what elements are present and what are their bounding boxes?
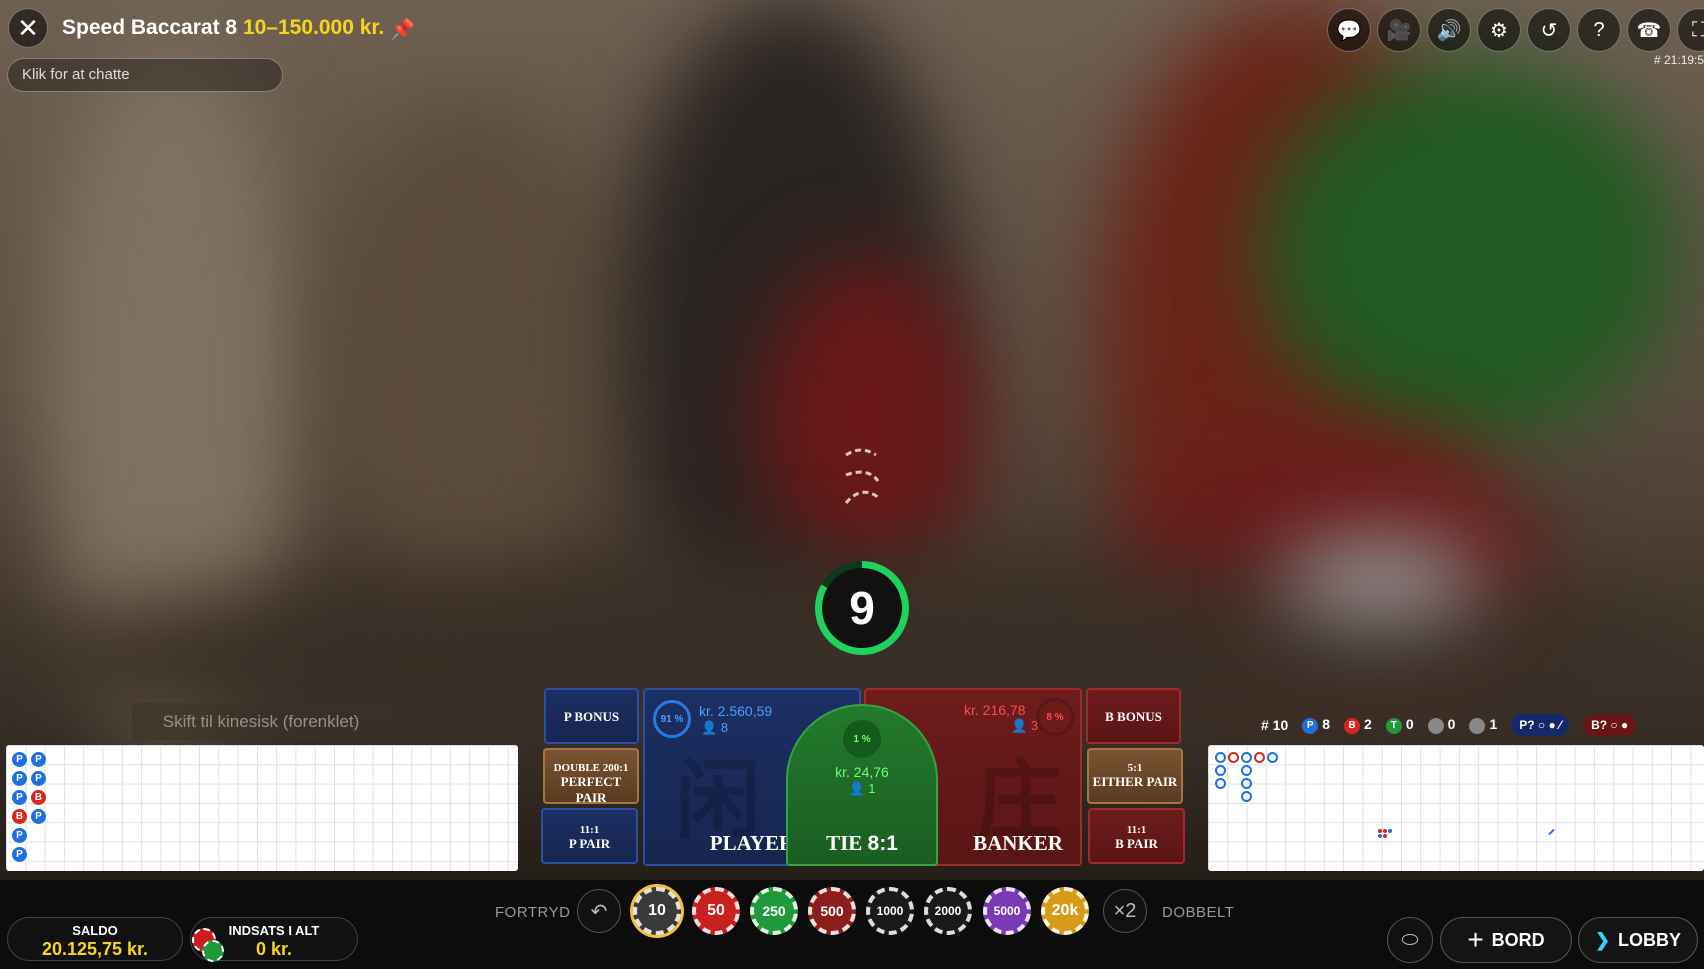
chip-20k[interactable]: 20k — [1041, 887, 1089, 935]
player-count: 👤 8 — [701, 720, 729, 735]
sound-icon[interactable]: 🔊 — [1427, 8, 1471, 52]
banker-pair-stat: 1 — [1469, 716, 1497, 734]
chat-bubble-icon: ⬭ — [1401, 928, 1419, 951]
bead-player: P — [12, 847, 27, 862]
bead-player: P — [12, 790, 27, 805]
player-wins: P8 — [1302, 716, 1330, 734]
tie-count: 👤 1 — [848, 781, 876, 796]
chip-50[interactable]: 50 — [692, 887, 740, 935]
video-icon[interactable]: 🎥 — [1377, 8, 1421, 52]
countdown-timer: 9 — [815, 561, 909, 655]
double-label: DOBBELT — [1162, 904, 1235, 921]
perfect-pair-bet[interactable]: DOUBLE 200:1 PERFECT PAIR — [543, 748, 639, 805]
player-pair-stat: 0 — [1427, 716, 1455, 734]
balance-display: SALDO 20.125,75 kr. — [7, 917, 183, 961]
bead-player: P — [31, 771, 46, 786]
chat-icon[interactable]: 💬 — [1327, 8, 1371, 52]
p-bonus-bet[interactable]: P BONUS — [544, 688, 639, 744]
banker-percent: 8 % — [1036, 698, 1074, 736]
chat-bubble-button[interactable]: ⬭ — [1387, 917, 1433, 963]
timer-value: 9 — [822, 568, 902, 648]
player-amount: kr. 2.560,59 — [699, 703, 773, 719]
table-title: Speed Baccarat 8 10–150.000 kr. — [62, 16, 384, 40]
chip-250[interactable]: 250 — [750, 887, 798, 935]
banker-amount: kr. 216,78 — [964, 702, 1026, 718]
tie-label: TIE 8:1 — [826, 831, 898, 855]
chip-1000[interactable]: 1000 — [866, 887, 914, 935]
undo-label: FORTRYD — [495, 904, 571, 921]
chip-10[interactable]: 10 — [633, 887, 681, 935]
lobby-button[interactable]: ❯ LOBBY — [1578, 917, 1698, 963]
bead-player: P — [12, 771, 27, 786]
close-icon: ✕ — [17, 12, 39, 43]
plus-icon: + — [1467, 924, 1484, 955]
close-button[interactable]: ✕ — [8, 8, 48, 48]
top-toolbar: 💬 🎥 🔊 ⚙ ↺ ? ☎ ⛶ — [1327, 8, 1704, 52]
bead-player: P — [12, 752, 27, 767]
undo-button[interactable]: ↶ — [577, 889, 621, 933]
chat-input[interactable]: Klik for at chatte — [7, 58, 283, 92]
double-button[interactable]: ×2 — [1103, 889, 1147, 933]
b-bonus-bet[interactable]: B BONUS — [1086, 688, 1181, 744]
chip-5000[interactable]: 5000 — [983, 887, 1031, 935]
support-icon[interactable]: ☎ — [1627, 8, 1671, 52]
loading-spinner-icon — [844, 448, 880, 504]
bead-player: P — [31, 752, 46, 767]
bead-player: P — [12, 828, 27, 843]
tie-amount: kr. 24,76 — [835, 764, 889, 780]
either-pair-bet[interactable]: 5:1 EITHER PAIR — [1087, 748, 1183, 804]
big-road[interactable] — [1208, 745, 1704, 871]
bead-banker: B — [31, 790, 46, 805]
table-limits: 10–150.000 kr. — [242, 16, 385, 39]
chip-500[interactable]: 500 — [808, 887, 856, 935]
round-id: # 21:19:5 — [1654, 53, 1704, 67]
switch-language-button[interactable]: Skift til kinesisk (forenklet) — [132, 703, 390, 740]
bead-banker: B — [12, 809, 27, 824]
statistics-bar: # 10 P8 B2 T0 0 1 P? ○ ● ⁄ B? ○ ● — [1261, 714, 1637, 736]
undo-icon: ↶ — [590, 900, 608, 923]
bead-road[interactable]: P P P B P P P P B P — [6, 745, 518, 871]
player-percent: 91 % — [653, 700, 691, 738]
tie-count-stat: T0 — [1385, 716, 1414, 734]
chip-2000[interactable]: 2000 — [924, 887, 972, 935]
history-icon[interactable]: ↺ — [1527, 8, 1571, 52]
help-icon[interactable]: ? — [1577, 8, 1621, 52]
bead-player: P — [31, 809, 46, 824]
p-pair-bet[interactable]: 11:1 P PAIR — [541, 808, 638, 864]
table-name: Speed Baccarat 8 — [62, 16, 238, 39]
banker-wins: B2 — [1344, 716, 1372, 734]
banker-label: BANKER — [973, 831, 1063, 855]
settings-icon[interactable]: ⚙ — [1477, 8, 1521, 52]
add-table-button[interactable]: + BORD — [1440, 917, 1572, 963]
b-pair-bet[interactable]: 11:1 B PAIR — [1088, 808, 1185, 864]
round-count: # 10 — [1261, 717, 1289, 733]
chip-stack-icon — [192, 928, 226, 962]
player-ask-button[interactable]: P? ○ ● ⁄ — [1511, 714, 1570, 736]
lobby-icon: ❯ — [1594, 929, 1611, 950]
pin-icon[interactable]: 📌 — [390, 17, 415, 42]
tie-percent: 1 % — [843, 720, 881, 758]
banker-ask-button[interactable]: B? ○ ● — [1583, 714, 1637, 736]
fullscreen-icon[interactable]: ⛶ — [1677, 8, 1704, 52]
banker-count: 👤 3 — [1011, 718, 1039, 733]
tie-bet[interactable]: 1 % kr. 24,76 👤 1 TIE 8:1 — [786, 704, 938, 866]
